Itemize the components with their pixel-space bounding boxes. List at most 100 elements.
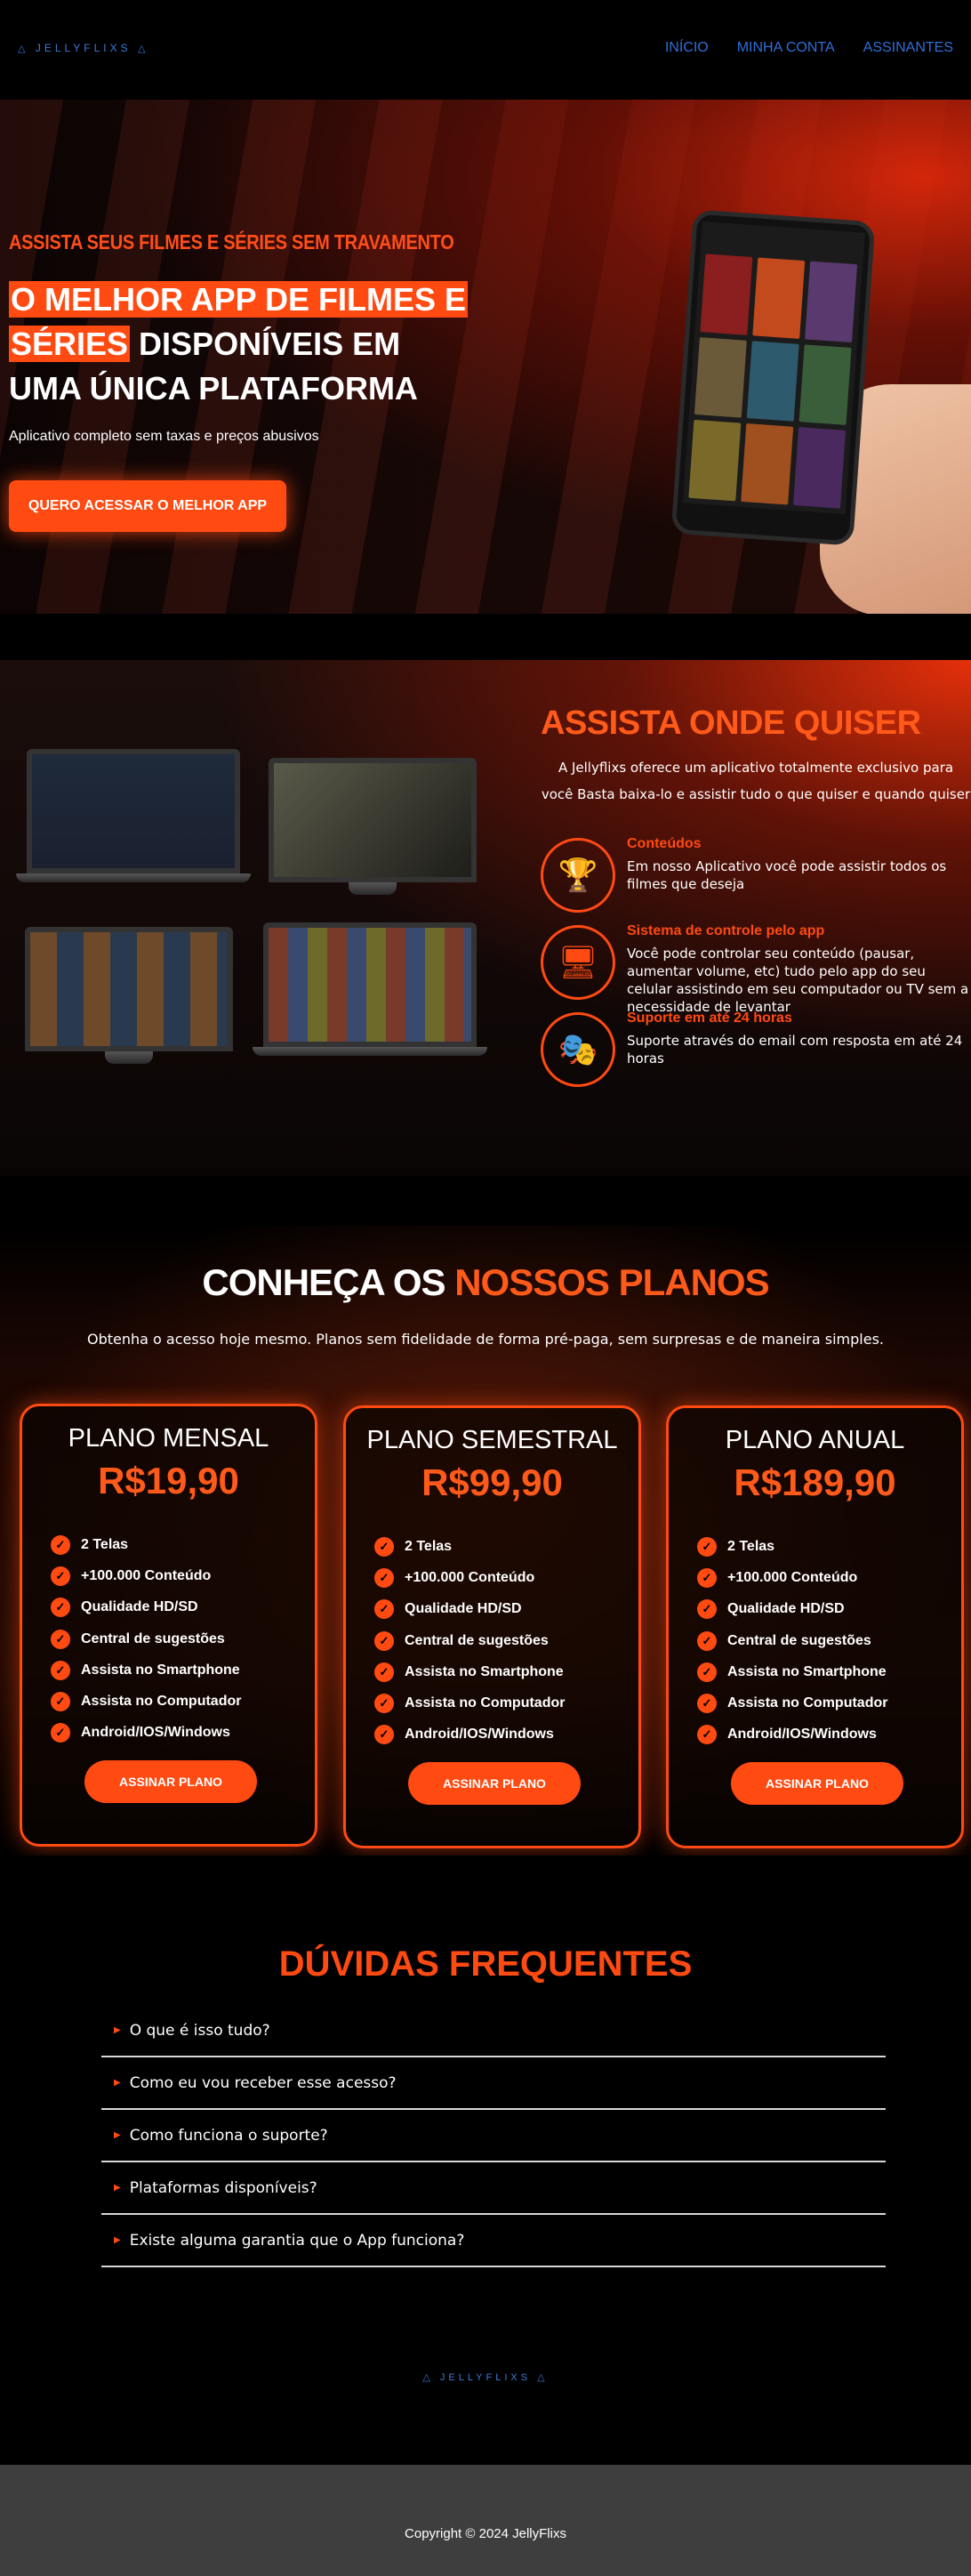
faq-item[interactable]: ▶ O que é isso tudo? [101,2005,886,2057]
plan-feature-label: +100.000 Conteúdo [81,1567,212,1583]
plan-feature-label: 2 Telas [727,1538,775,1554]
faq-section: DÚVIDAS FREQUENTES ▶ O que é isso tudo? ▶… [0,1856,971,2347]
nav-link-minha-conta[interactable]: MINHA CONTA [737,40,835,56]
check-icon: ✓ [697,1536,717,1557]
faq-question: Como eu vou receber esse acesso? [129,2073,397,2092]
caret-right-icon: ▶ [114,2025,121,2035]
plan-feature-label: Qualidade HD/SD [727,1601,845,1617]
plan-name: PLANO MENSAL [68,1424,269,1453]
movie-poster [752,257,806,339]
phone-screen [682,221,865,515]
monitor-screen [25,927,233,1051]
brand-logo[interactable]: △ JELLYFLIXS △ [18,42,148,54]
subscribe-anual-button[interactable]: ASSINAR PLANO [731,1762,903,1805]
plans-description: Obtenha o acesso hoje mesmo. Planos sem … [87,1331,884,1348]
faq-question: Como funciona o suporte? [129,2126,328,2145]
logo-triangle-icon: △ [537,2372,549,2383]
laptop-screen [27,749,240,873]
monitor-stand [105,1051,153,1064]
subscribe-mensal-button[interactable]: ASSINAR PLANO [84,1760,257,1803]
caret-right-icon: ▶ [114,2078,121,2088]
plan-feature-label: Android/IOS/Windows [81,1725,230,1741]
movie-poster [688,420,742,502]
plan-feature: ✓ Assista no Computador [51,1686,241,1717]
footer: Copyright © 2024 JellyFlixs [0,2465,971,2576]
plan-feature-list: ✓ 2 Telas ✓ +100.000 Conteúdo ✓ Qualidade H… [51,1529,241,1749]
footer-logo-text: JELLYFLIXS [439,2372,532,2383]
faq-item[interactable]: ▶ Existe alguma garantia que o App funcio… [101,2215,886,2267]
faq-question: O que é isso tudo? [129,2021,270,2040]
faq-item[interactable]: ▶ Como eu vou receber esse acesso? [101,2057,886,2110]
plan-feature-label: Assista no Smartphone [405,1663,564,1679]
check-icon: ✓ [697,1567,717,1588]
logo-triangle-icon: △ [422,2372,434,2383]
logo-triangle-icon: △ [18,44,29,54]
remote-control-icon: 🖥 [541,925,615,1000]
faq-list: ▶ O que é isso tudo? ▶ Como eu vou receber… [101,2005,886,2267]
subscribe-semestral-button[interactable]: ASSINAR PLANO [408,1762,581,1805]
movie-poster [793,427,847,509]
footer-logo[interactable]: △ JELLYFLIXS △ [0,2371,971,2383]
hero-cta-button[interactable]: QUERO ACESSAR O MELHOR APP [9,480,286,532]
check-icon: ✓ [374,1599,394,1620]
plan-feature-label: Assista no Computador [405,1695,566,1711]
plan-name: PLANO SEMESTRAL [366,1426,618,1454]
check-icon: ✓ [51,1534,70,1555]
plan-price: R$189,90 [734,1461,896,1503]
laptop-base [253,1047,487,1056]
monitor-video-image [269,758,477,895]
plan-feature-label: Assista no Smartphone [81,1662,240,1678]
plan-feature: ✓ +100.000 Conteúdo [697,1562,887,1593]
plan-feature: ✓ +100.000 Conteúdo [374,1562,565,1593]
plan-feature-label: Central de sugestões [405,1632,549,1648]
plan-feature-label: 2 Telas [81,1536,129,1552]
watch-anywhere-description: A Jellyflixs oferece um aplicativo total… [541,760,971,802]
faq-question: Existe alguma garantia que o App funcion… [129,2231,465,2250]
faq-item[interactable]: ▶ Como funciona o suporte? [101,2110,886,2162]
hero-title-highlight: O MELHOR APP DE FILMES E [9,281,469,318]
plan-name: PLANO ANUAL [725,1426,905,1454]
phone-in-hand-image [633,209,971,614]
plan-feature-label: 2 Telas [405,1538,453,1554]
plan-feature: ✓ Assista no Smartphone [51,1654,241,1686]
plan-feature-label: Qualidade HD/SD [405,1601,522,1617]
feature-text: Em nosso Aplicativo você pode assistir t… [627,858,947,892]
plan-feature: ✓ 2 Telas [51,1529,241,1560]
faq-item[interactable]: ▶ Plataformas disponíveis? [101,2162,886,2215]
top-nav: △ JELLYFLIXS △ INÍCIO MINHA CONTA ASSINA… [0,0,971,100]
movie-poster [700,254,753,335]
movie-poster [805,261,858,342]
feature-title: Suporte em até 24 horas [627,1010,792,1026]
plan-card-semestral: PLANO SEMESTRAL R$99,90 ✓ 2 Telas ✓ +100.0… [343,1405,641,1848]
nav-link-assinantes[interactable]: ASSINANTES [863,40,953,56]
check-icon: ✓ [374,1662,394,1682]
plans-title-white: CONHEÇA OS [202,1261,455,1303]
check-icon: ✓ [374,1567,394,1588]
theater-masks-icon: 🎭 [541,1012,615,1087]
plan-feature: ✓ 2 Telas [374,1531,565,1562]
check-icon: ✓ [51,1692,70,1712]
caret-right-icon: ▶ [114,2183,121,2193]
movie-poster [746,340,799,423]
feature-text: Suporte através do email com resposta em… [627,1033,963,1067]
logo-triangle-icon: △ [137,44,149,54]
hero-subtitle: ASSISTA SEUS FILMES E SÉRIES SEM TRAVAME… [9,231,454,254]
hero-title: O MELHOR APP DE FILMES E SÉRIES DISPONÍV… [9,278,471,411]
movie-poster [694,336,747,418]
nav-link-inicio[interactable]: INÍCIO [665,40,709,56]
watch-anywhere-section: ASSISTA ONDE QUISER A Jellyflixs oferece… [0,660,971,1176]
plans-title-orange: NOSSOS PLANOS [454,1261,769,1303]
caret-right-icon: ▶ [114,2130,121,2140]
plans-section: CONHEÇA OS NOSSOS PLANOS Obtenha o acess… [0,1226,971,1856]
laptop-login-image [16,749,251,882]
plan-feature: ✓ Qualidade HD/SD [51,1592,241,1623]
hero-title-highlight: SÉRIES [9,326,131,362]
plan-feature-list: ✓ 2 Telas ✓ +100.000 Conteúdo ✓ Qualidade H… [374,1531,565,1751]
plan-price: R$19,90 [98,1460,239,1501]
plan-feature: ✓ Central de sugestões [51,1623,241,1654]
check-icon: ✓ [697,1662,717,1682]
hero-section: ASSISTA SEUS FILMES E SÉRIES SEM TRAVAME… [0,100,971,614]
brand-logo-text: JELLYFLIXS [35,42,132,54]
check-icon: ✓ [697,1599,717,1620]
plan-feature-label: Android/IOS/Windows [727,1727,877,1743]
